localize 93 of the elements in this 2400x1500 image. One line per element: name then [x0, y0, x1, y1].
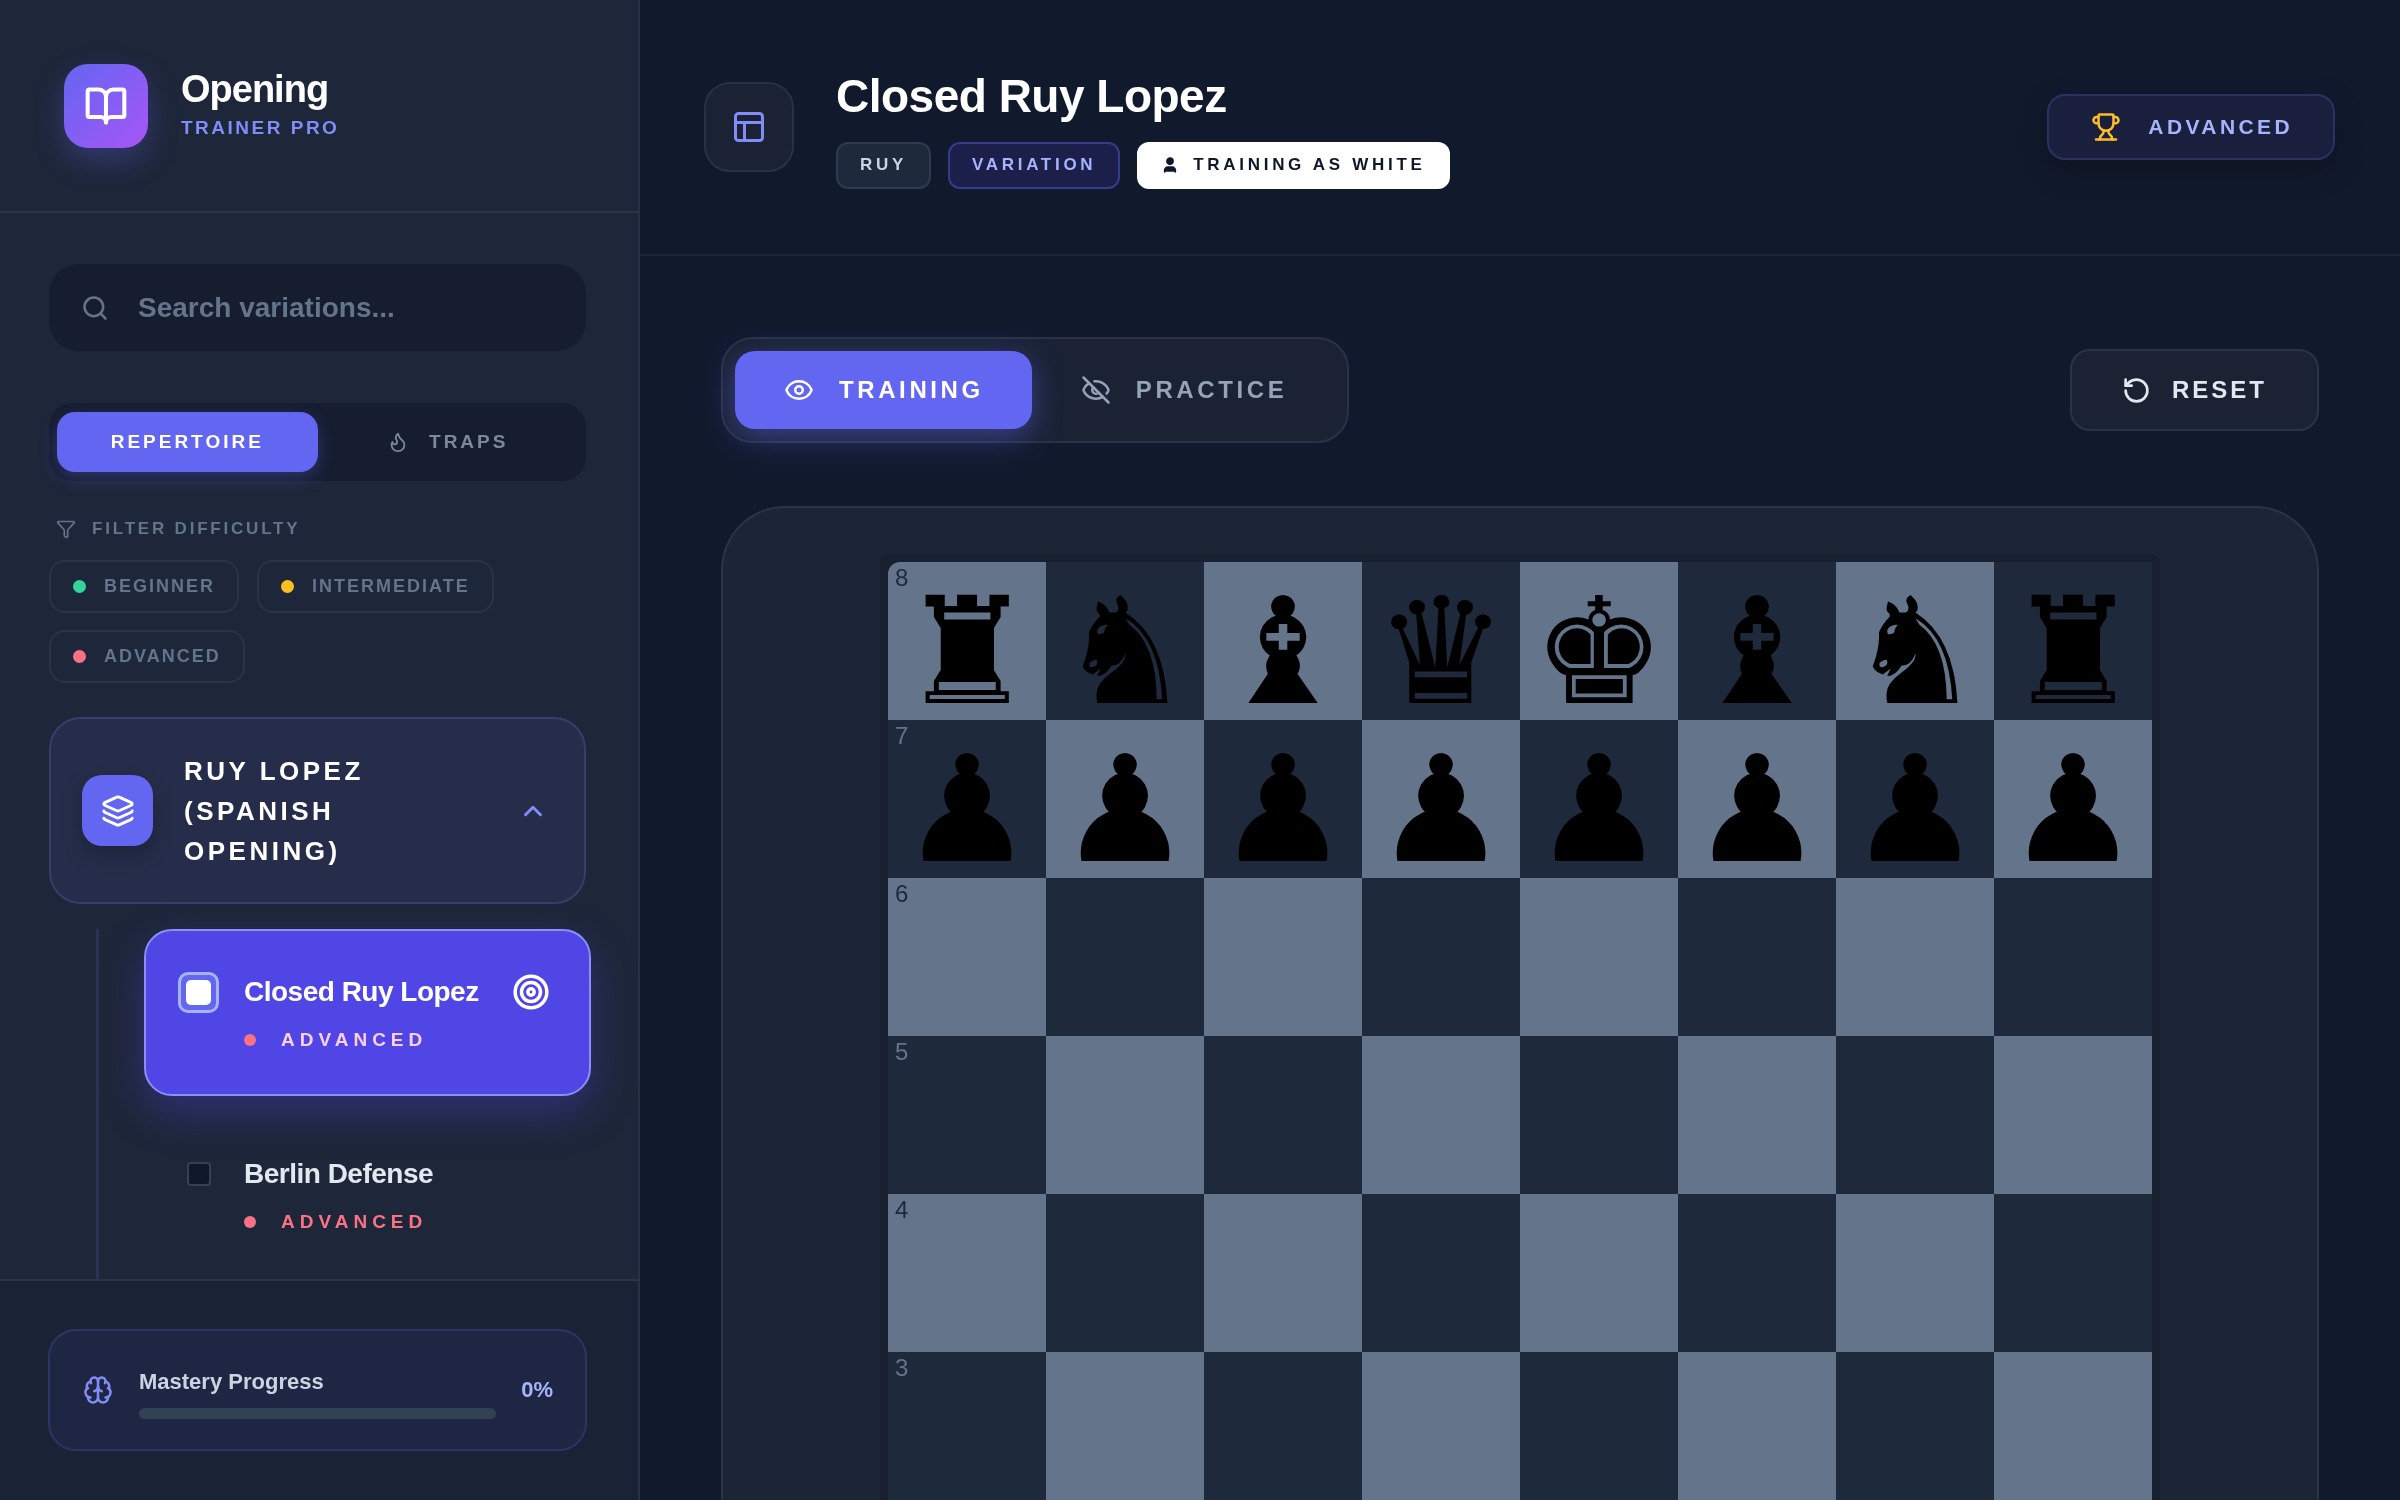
board-square[interactable] [1836, 1352, 1994, 1500]
board-square[interactable] [1204, 1036, 1362, 1194]
board-square[interactable] [1362, 1194, 1520, 1352]
layout-button[interactable] [704, 82, 794, 172]
opening-title: RUY LOPEZ (SPANISH OPENING) [184, 754, 365, 868]
variation-item[interactable]: Closed Ruy Lopez ADVANCED [144, 929, 591, 1096]
board-square[interactable] [1204, 878, 1362, 1036]
brain-icon [83, 1375, 113, 1405]
board-square[interactable]: 3 [888, 1352, 1046, 1500]
difficulty-badge-label: ADVANCED [2148, 115, 2293, 139]
chess-piece[interactable]: ♟ [1690, 752, 1824, 868]
page-title: Closed Ruy Lopez [836, 69, 1227, 122]
rank-label: 3 [895, 1355, 909, 1381]
board-square[interactable]: ♟ [1994, 720, 2152, 878]
filter-icon [56, 519, 76, 539]
board-square[interactable] [1046, 1194, 1204, 1352]
board-square[interactable] [1362, 1352, 1520, 1500]
board-square[interactable]: 6 [888, 878, 1046, 1036]
checkbox[interactable] [178, 971, 219, 1013]
eye-slash-icon [1080, 375, 1111, 405]
board-square[interactable] [1836, 1036, 1994, 1194]
search-icon [81, 294, 109, 322]
chess-piece[interactable]: ♟ [2006, 752, 2140, 868]
board-square[interactable] [1046, 1036, 1204, 1194]
board-square[interactable] [1678, 1194, 1836, 1352]
board-square[interactable] [1362, 878, 1520, 1036]
chess-piece[interactable]: ♚ [1532, 594, 1666, 710]
board-square[interactable] [1520, 1352, 1678, 1500]
board-square[interactable] [1520, 878, 1678, 1036]
board-square[interactable] [1994, 1036, 2152, 1194]
variation-name: Closed Ruy Lopez [244, 975, 480, 1009]
board-square[interactable]: ♚ [1520, 562, 1678, 720]
board-square[interactable]: ♟ [1046, 720, 1204, 878]
board-square[interactable] [1836, 1194, 1994, 1352]
chess-piece[interactable]: ♝ [1216, 594, 1350, 710]
board-square[interactable] [1994, 878, 2152, 1036]
mode-tab[interactable]: PRACTICE [1031, 351, 1336, 429]
rank-label: 7 [895, 723, 909, 749]
library-tab[interactable]: TRAPS [317, 412, 578, 472]
rank-label: 4 [895, 1197, 909, 1223]
board-square[interactable] [1362, 1036, 1520, 1194]
filter-label: FILTER DIFFICULTY [92, 519, 301, 539]
board-square[interactable] [1836, 878, 1994, 1036]
app-subtitle: TRAINER PRO [181, 116, 340, 140]
board-square[interactable] [1678, 1352, 1836, 1500]
progress-value: 0% [521, 1377, 553, 1403]
difficulty-label: ADVANCED [281, 1028, 428, 1052]
difficulty-chip[interactable]: BEGINNER [49, 560, 239, 613]
board-square[interactable] [1994, 1194, 2152, 1352]
board-square[interactable] [1204, 1194, 1362, 1352]
layers-icon [82, 775, 153, 846]
chess-piece[interactable]: ♟ [1058, 752, 1192, 868]
layout-icon [731, 109, 767, 145]
reset-button[interactable]: RESET [2070, 349, 2319, 431]
opening-group[interactable]: RUY LOPEZ (SPANISH OPENING) [49, 717, 586, 904]
difficulty-chip[interactable]: ADVANCED [49, 630, 245, 683]
board-square[interactable] [1678, 878, 1836, 1036]
checkbox[interactable] [186, 1162, 211, 1186]
progress-label: Mastery Progress [139, 1367, 324, 1396]
tag-label: RUY [860, 155, 907, 175]
chess-piece[interactable]: ♟ [1374, 752, 1508, 868]
rank-label: 6 [895, 881, 909, 907]
chess-piece[interactable]: ♜ [900, 594, 1034, 710]
chess-piece[interactable]: ♞ [1848, 594, 1982, 710]
board-square[interactable] [1204, 1352, 1362, 1500]
rank-label: 5 [895, 1039, 909, 1065]
board-square[interactable] [1520, 1036, 1678, 1194]
book-icon [64, 64, 148, 148]
variation-name: Berlin Defense [244, 1157, 435, 1191]
board-square[interactable]: ♞ [1836, 562, 1994, 720]
board-square[interactable]: ♝ [1204, 562, 1362, 720]
board-square[interactable]: ♟ [1362, 720, 1520, 878]
variation-item[interactable]: Berlin Defense ADVANCED [144, 1111, 591, 1257]
board-square[interactable] [1994, 1352, 2152, 1500]
target-icon [512, 973, 550, 1011]
tag-label: TRAINING AS WHITE [1193, 155, 1426, 175]
difficulty-chip[interactable]: INTERMEDIATE [257, 560, 494, 613]
trophy-icon [2091, 112, 2122, 142]
reset-icon [2122, 375, 2151, 405]
difficulty-label: ADVANCED [281, 1210, 428, 1234]
app-title: Opening [181, 67, 329, 112]
mode-tab[interactable]: TRAINING [735, 351, 1032, 429]
rank-label: 8 [895, 565, 909, 591]
library-tab[interactable]: REPERTOIRE [57, 412, 318, 472]
board-square[interactable]: 4 [888, 1194, 1046, 1352]
board-square[interactable]: ♟ [1678, 720, 1836, 878]
search-field[interactable]: Search variations... [49, 264, 586, 351]
board-square[interactable] [1046, 1352, 1204, 1500]
tag-label: VARIATION [972, 155, 1097, 175]
board-square[interactable]: 5 [888, 1036, 1046, 1194]
board-square[interactable] [1046, 878, 1204, 1036]
board-square[interactable] [1520, 1194, 1678, 1352]
board-square[interactable] [1678, 1036, 1836, 1194]
